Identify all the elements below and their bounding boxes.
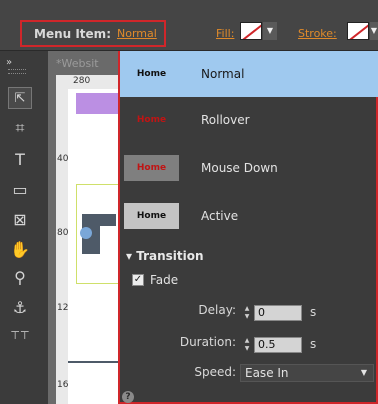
crop-icon[interactable]: ⌗ bbox=[8, 117, 32, 139]
fade-checkbox[interactable]: ✓ bbox=[132, 274, 144, 286]
help-icon[interactable]: ? bbox=[122, 391, 134, 403]
duration-unit: s bbox=[310, 337, 317, 351]
menu-item-states-popup: Home Normal Home Rollover Home Mouse Dow… bbox=[118, 51, 378, 404]
state-name: Normal bbox=[201, 67, 245, 81]
transition-label: Transition bbox=[136, 249, 204, 263]
menu-item-state-control[interactable]: Menu Item: Normal bbox=[20, 20, 166, 47]
state-row-active[interactable]: Home Active bbox=[120, 193, 378, 239]
state-thumbnail: Home bbox=[124, 203, 179, 229]
text-frame-icon[interactable]: ⊤⊤ bbox=[8, 325, 32, 347]
double-chevron-icon[interactable]: » bbox=[6, 57, 12, 68]
design-canvas[interactable] bbox=[68, 89, 124, 404]
state-thumbnail: Home bbox=[124, 107, 179, 133]
state-thumbnail: Home bbox=[136, 69, 167, 79]
delay-input[interactable]: 0 bbox=[254, 305, 302, 321]
document-area: *Websit 280 40 80 120 160 bbox=[48, 51, 124, 404]
vertical-ruler: 40 80 120 160 bbox=[56, 89, 75, 404]
duration-label: Duration: bbox=[179, 335, 236, 349]
ruler-number: 80 bbox=[57, 228, 69, 238]
menu-item-label: Menu Item: bbox=[34, 26, 111, 41]
selection-arrow-icon[interactable]: ⇱ bbox=[8, 87, 32, 109]
fill-link[interactable]: Fill: bbox=[216, 27, 234, 40]
state-row-normal[interactable]: Home Normal bbox=[120, 51, 378, 97]
delay-stepper-icon[interactable]: ▲ ▼ bbox=[242, 305, 252, 321]
state-row-mouse-down[interactable]: Home Mouse Down bbox=[120, 145, 378, 191]
transition-section-header[interactable]: ▾ Transition bbox=[126, 249, 204, 263]
speed-value: Ease In bbox=[245, 366, 289, 380]
stroke-dropdown-arrow-icon[interactable]: ▼ bbox=[370, 22, 378, 40]
state-name: Rollover bbox=[201, 113, 250, 127]
horizontal-ruler: 280 bbox=[56, 75, 118, 89]
speed-label: Speed: bbox=[194, 365, 236, 379]
zoom-icon[interactable]: ⚲ bbox=[8, 267, 32, 289]
ruler-number: 120 bbox=[57, 303, 75, 313]
panel-grip[interactable] bbox=[8, 69, 26, 74]
state-name: Mouse Down bbox=[201, 161, 278, 175]
hand-icon[interactable]: ✋ bbox=[8, 239, 32, 261]
state-thumbnail: Home bbox=[124, 155, 179, 181]
fade-label: Fade bbox=[150, 273, 179, 287]
state-name: Active bbox=[201, 209, 239, 223]
rectangle-tool-icon[interactable]: ▭ bbox=[8, 179, 32, 201]
header-band bbox=[76, 93, 118, 114]
ruler-number: 160 bbox=[57, 380, 75, 390]
page-rule bbox=[68, 361, 118, 363]
speed-select[interactable]: Ease In ▼ bbox=[240, 364, 374, 382]
selection-handle[interactable] bbox=[80, 227, 92, 239]
image-frame-icon[interactable]: ⊠ bbox=[8, 209, 32, 231]
delay-unit: s bbox=[310, 305, 317, 319]
text-tool-icon[interactable]: T bbox=[8, 149, 32, 171]
menu-item-state-link[interactable]: Normal bbox=[117, 27, 157, 40]
delay-label: Delay: bbox=[198, 303, 236, 317]
fade-option[interactable]: ✓ Fade bbox=[132, 273, 178, 287]
tools-panel: » ⇱ ⌗ T ▭ ⊠ ✋ ⚲ ⚓ ⊤⊤ bbox=[0, 51, 49, 404]
state-row-rollover[interactable]: Home Rollover bbox=[120, 97, 378, 143]
fill-dropdown-arrow-icon[interactable]: ▼ bbox=[263, 22, 277, 40]
dropdown-arrow-icon: ▼ bbox=[360, 368, 367, 377]
fill-swatch[interactable] bbox=[240, 22, 262, 40]
stroke-link[interactable]: Stroke: bbox=[298, 27, 337, 40]
ruler-number: 40 bbox=[57, 154, 69, 164]
anchor-icon[interactable]: ⚓ bbox=[8, 297, 32, 319]
expand-triangle-icon[interactable]: ▾ bbox=[126, 249, 132, 263]
duration-stepper-icon[interactable]: ▲ ▼ bbox=[242, 337, 252, 353]
document-tab[interactable]: *Websit bbox=[56, 57, 99, 70]
stroke-swatch[interactable] bbox=[347, 22, 369, 40]
duration-input[interactable]: 0.5 bbox=[254, 337, 302, 353]
control-bar: Menu Item: Normal Fill: ▼ Stroke: ▼ bbox=[0, 0, 378, 51]
ruler-number: 280 bbox=[73, 76, 91, 86]
